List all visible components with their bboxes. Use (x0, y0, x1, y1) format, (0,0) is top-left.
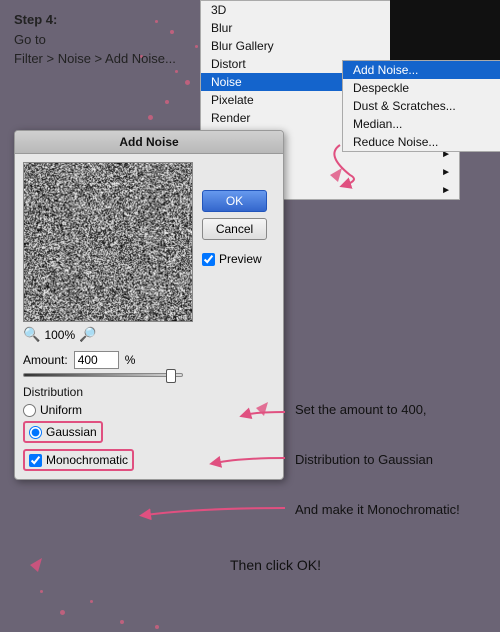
amount-label: Amount: (23, 353, 68, 367)
submenu-reduce-noise[interactable]: Reduce Noise... (343, 133, 500, 151)
gaussian-radio[interactable] (29, 426, 42, 439)
submenu-dust-scratches[interactable]: Dust & Scratches... (343, 97, 500, 115)
zoom-row: 🔍 100% 🔎 (23, 326, 275, 343)
noise-submenu: Add Noise... Despeckle Dust & Scratches.… (342, 60, 500, 152)
step-line1: Go to (14, 32, 46, 47)
step-number: Step 4: (14, 12, 57, 27)
annotation-amount: Set the amount to 400, (295, 400, 427, 420)
zoom-percent: 100% (44, 328, 75, 342)
dialog-buttons: OK Cancel Preview (202, 190, 267, 266)
step-label: Step 4: Go to Filter > Noise > Add Noise… (14, 10, 176, 69)
zoom-out-icon[interactable]: 🔍 (23, 326, 40, 343)
dialog-inner: OK Cancel Preview 🔍 100% 🔎 Amount: % (23, 162, 275, 471)
arrow-icon: ► (441, 167, 451, 178)
preview-label: Preview (219, 252, 262, 266)
amount-row: Amount: % (23, 351, 275, 369)
submenu-add-noise[interactable]: Add Noise... (343, 61, 500, 79)
monochromatic-row: Monochromatic (23, 449, 134, 471)
uniform-radio-row: Uniform (23, 403, 275, 417)
annotation-distribution: Distribution to Gaussian (295, 450, 433, 470)
noise-preview-canvas (23, 162, 193, 322)
zoom-in-icon[interactable]: 🔎 (79, 326, 96, 343)
submenu-despeckle[interactable]: Despeckle (343, 79, 500, 97)
add-noise-dialog: Add Noise OK Cancel Preview 🔍 100% 🔎 (14, 130, 284, 480)
dialog-title: Add Noise (15, 131, 283, 154)
preview-checkbox[interactable] (202, 253, 215, 266)
uniform-label: Uniform (40, 403, 82, 417)
percent-label: % (125, 353, 136, 367)
slider-thumb[interactable] (166, 369, 176, 383)
gaussian-label: Gaussian (46, 425, 97, 439)
cancel-button[interactable]: Cancel (202, 218, 267, 240)
uniform-radio[interactable] (23, 404, 36, 417)
arrow-icon: ► (441, 185, 451, 196)
annotation-monochromatic: And make it Monochromatic! (295, 500, 460, 520)
step-line2: Filter > Noise > Add Noise... (14, 51, 176, 66)
amount-slider[interactable] (23, 373, 183, 377)
preview-row: Preview (202, 252, 267, 266)
slider-row (23, 373, 275, 377)
gaussian-radio-row: Gaussian (23, 421, 103, 443)
monochromatic-checkbox[interactable] (29, 454, 42, 467)
submenu-median[interactable]: Median... (343, 115, 500, 133)
monochromatic-label: Monochromatic (46, 453, 128, 467)
amount-input[interactable] (74, 351, 119, 369)
ok-button[interactable]: OK (202, 190, 267, 212)
annotation-ok: Then click OK! (230, 555, 321, 576)
distribution-label: Distribution (23, 385, 275, 399)
